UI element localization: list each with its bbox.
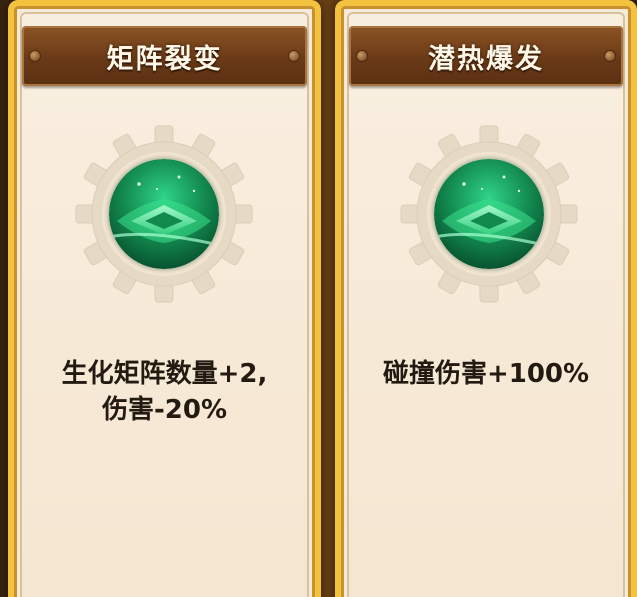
- skill-icon-frame: [74, 124, 254, 304]
- card-panel: [20, 12, 309, 597]
- card-description: 碰撞伤害+100%: [341, 356, 631, 392]
- card-title-bar: 潜热爆发: [349, 26, 623, 86]
- card-title-bar: 矩阵裂变: [22, 26, 307, 86]
- description-line: 伤害-20%: [101, 395, 228, 425]
- rivet-icon: [357, 51, 367, 61]
- card-title: 矩阵裂变: [106, 43, 223, 75]
- green-matrix-orb-icon: [434, 159, 544, 269]
- upgrade-card-matrix-fission[interactable]: 矩阵裂变 生化矩阵数量+2, 伤害-20%: [8, 0, 321, 597]
- description-line: 生化矩阵数量+2,: [61, 359, 268, 389]
- rivet-icon: [289, 51, 299, 61]
- card-title: 潜热爆发: [428, 43, 544, 75]
- skill-icon-frame: [399, 124, 579, 304]
- description-line: 碰撞伤害+100%: [382, 359, 590, 389]
- rivet-icon: [30, 51, 40, 61]
- green-matrix-orb-icon: [109, 159, 219, 269]
- upgrade-card-latent-heat-burst[interactable]: 潜热爆发 碰撞伤害+100%: [335, 0, 637, 597]
- card-description: 生化矩阵数量+2, 伤害-20%: [14, 356, 315, 428]
- card-panel: [347, 12, 625, 597]
- upgrade-selection-screen: 矩阵裂变 生化矩阵数量+2, 伤害-20% 潜热爆发 碰撞伤害+100%: [0, 0, 637, 597]
- rivet-icon: [605, 51, 615, 61]
